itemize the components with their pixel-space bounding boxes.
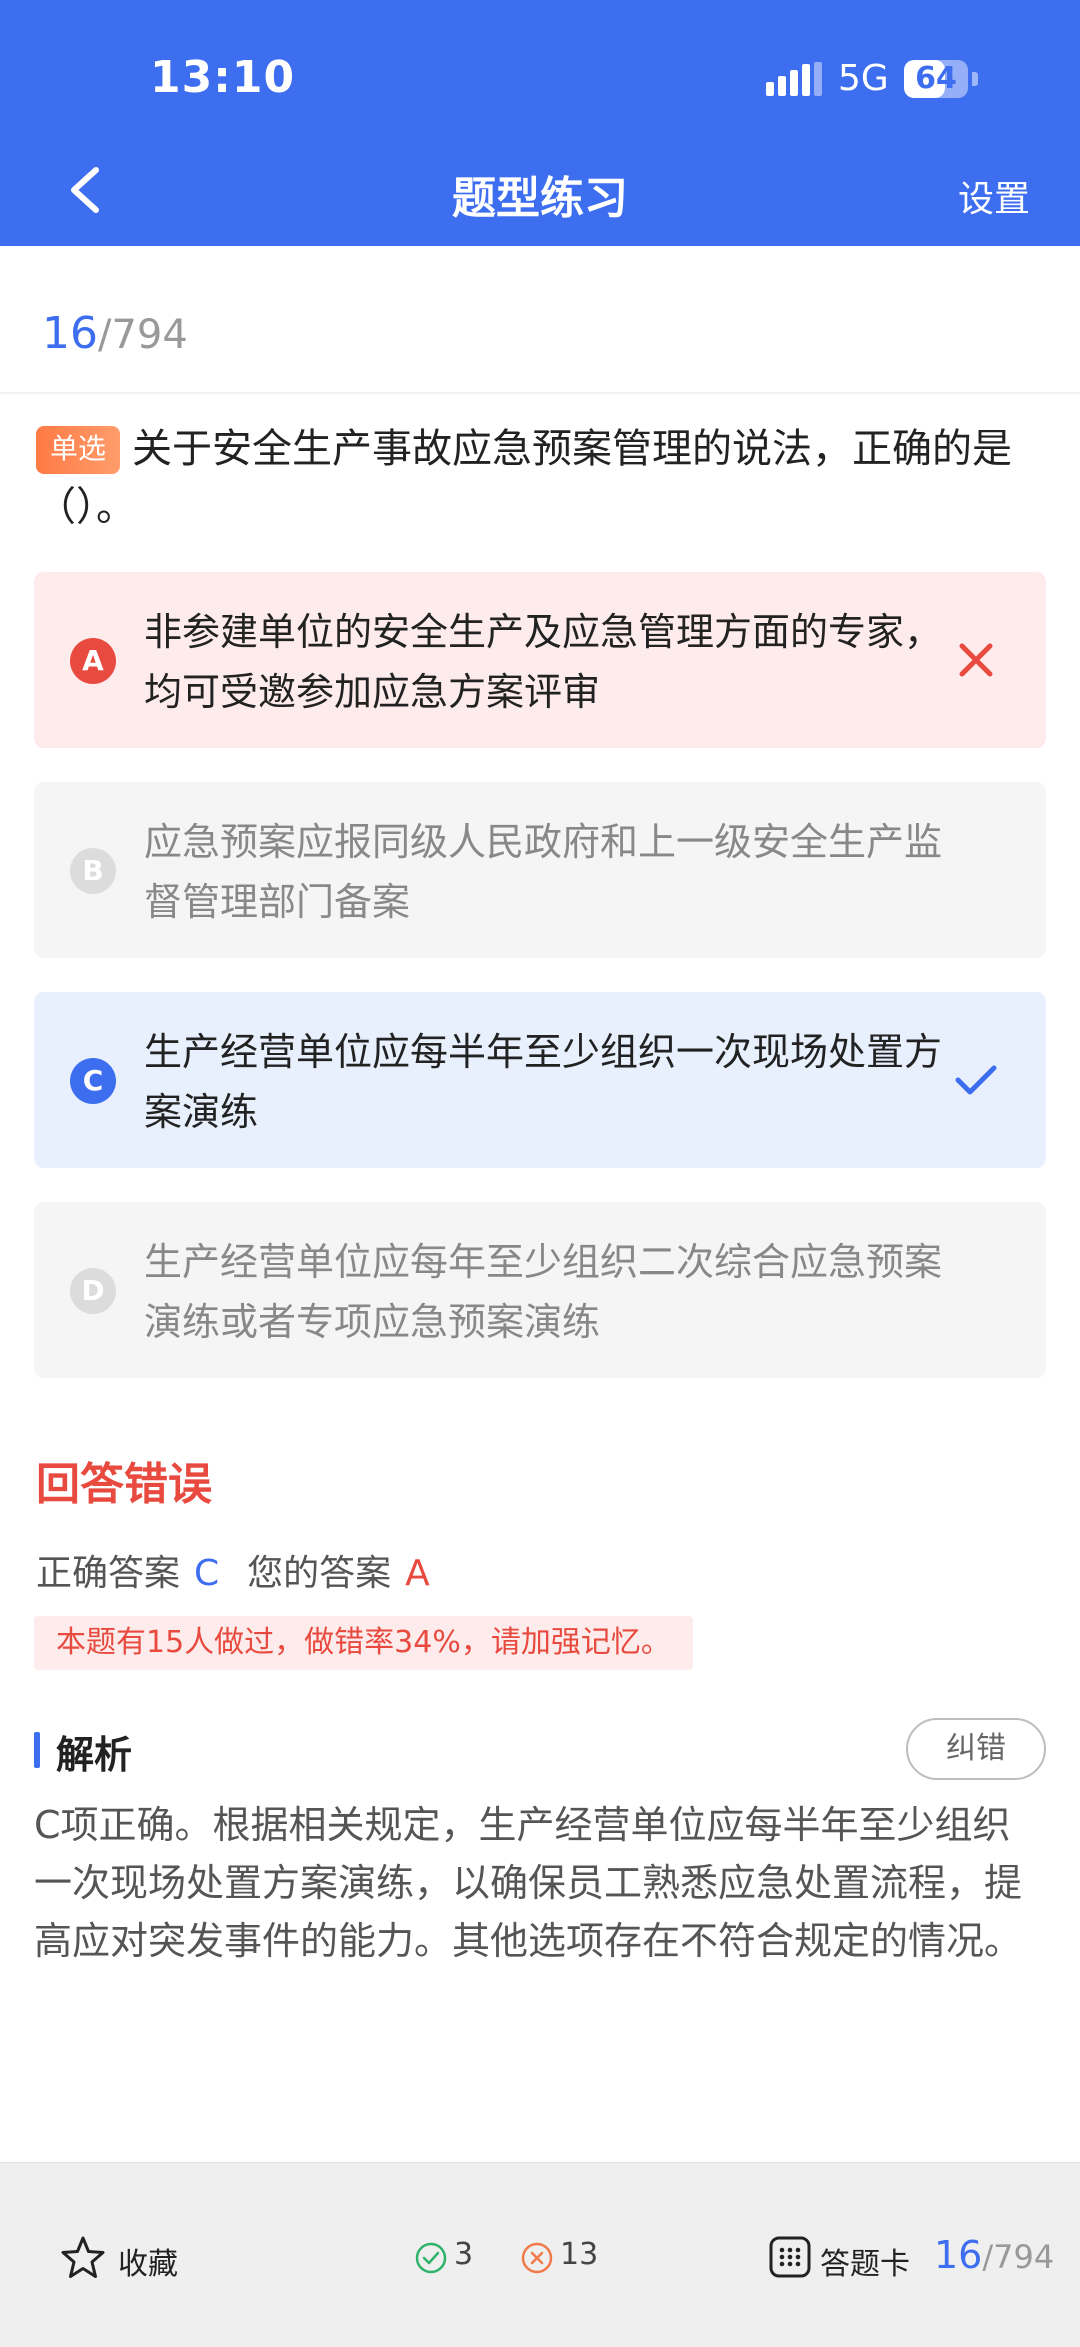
question-text: 关于安全生产事故应急预案管理的说法，正确的是（）。 bbox=[36, 426, 1013, 530]
bottom-progress-total: /794 bbox=[982, 2238, 1055, 2276]
network-label: 5G bbox=[838, 58, 889, 99]
question-type-tag: 单选 bbox=[36, 426, 121, 474]
app-header: 13:10 5G 64 题型练习 设置 bbox=[0, 0, 1080, 246]
grid-icon[interactable] bbox=[768, 2235, 812, 2279]
bottom-toolbar: 收藏 3 13 答题卡 16/794 bbox=[0, 2162, 1080, 2347]
analysis-text: C项正确。根据相关规定，生产经营单位应每半年至少组织一次现场处置方案演练，以确保… bbox=[34, 1803, 1023, 1963]
progress-total: /794 bbox=[98, 312, 188, 358]
check-icon bbox=[955, 1065, 997, 1095]
star-icon[interactable] bbox=[60, 2235, 106, 2281]
divider bbox=[0, 392, 1080, 394]
option-a[interactable]: A 非参建单位的安全生产及应急管理方面的专家，均可受邀参加应急方案评审 bbox=[34, 572, 1046, 748]
your-answer-label: 您的答案 bbox=[247, 1553, 392, 1594]
correct-answer-value: C bbox=[194, 1553, 220, 1594]
battery-icon: 64 bbox=[904, 60, 968, 98]
question-stem: 单选 关于安全生产事故应急预案管理的说法，正确的是（）。 bbox=[36, 420, 1046, 536]
analysis-title: 解析 bbox=[56, 1733, 133, 1777]
bottom-progress-current: 16 bbox=[934, 2233, 983, 2277]
option-text: 非参建单位的安全生产及应急管理方面的专家，均可受邀参加应急方案评审 bbox=[144, 610, 943, 714]
report-error-button[interactable]: 纠错 bbox=[906, 1718, 1046, 1780]
error-rate-note: 本题有15人做过，做错率34%，请加强记忆。 bbox=[34, 1616, 693, 1670]
correct-count: 3 bbox=[454, 2237, 474, 2272]
check-circle-icon bbox=[415, 2242, 447, 2274]
close-icon bbox=[959, 643, 993, 677]
progress-current: 16 bbox=[42, 308, 98, 359]
option-c[interactable]: C 生产经营单位应每半年至少组织一次现场处置方案演练 bbox=[34, 992, 1046, 1168]
section-accent-bar bbox=[34, 1732, 40, 1768]
option-text: 应急预案应报同级人民政府和上一级安全生产监督管理部门备案 bbox=[144, 820, 943, 924]
option-letter: C bbox=[70, 1058, 116, 1104]
status-time: 13:10 bbox=[150, 52, 296, 103]
result-title: 回答错误 bbox=[36, 1459, 212, 1510]
wrong-count: 13 bbox=[560, 2237, 599, 2272]
signal-icon bbox=[766, 62, 822, 96]
settings-button[interactable]: 设置 bbox=[958, 170, 1030, 222]
option-d[interactable]: D 生产经营单位应每年至少组织二次综合应急预案演练或者专项应急预案演练 bbox=[34, 1202, 1046, 1378]
option-letter: A bbox=[70, 638, 116, 684]
your-answer-value: A bbox=[405, 1553, 430, 1594]
option-text: 生产经营单位应每年至少组织二次综合应急预案演练或者专项应急预案演练 bbox=[144, 1240, 943, 1344]
answer-summary: 正确答案 C 您的答案 A bbox=[36, 1544, 430, 1596]
option-letter: B bbox=[70, 848, 116, 894]
battery-percent: 64 bbox=[915, 61, 957, 96]
option-b[interactable]: B 应急预案应报同级人民政府和上一级安全生产监督管理部门备案 bbox=[34, 782, 1046, 958]
bottom-progress: 16/794 bbox=[934, 2233, 1054, 2277]
x-circle-icon bbox=[521, 2242, 553, 2274]
answer-card-button[interactable]: 答题卡 bbox=[820, 2239, 910, 2283]
correct-answer-label: 正确答案 bbox=[36, 1553, 181, 1594]
option-text: 生产经营单位应每半年至少组织一次现场处置方案演练 bbox=[144, 1030, 943, 1134]
option-letter: D bbox=[70, 1268, 116, 1314]
battery-cap bbox=[972, 72, 978, 86]
favorite-button[interactable]: 收藏 bbox=[118, 2239, 178, 2283]
question-progress: 16/794 bbox=[42, 308, 188, 359]
page-title: 题型练习 bbox=[452, 173, 628, 224]
